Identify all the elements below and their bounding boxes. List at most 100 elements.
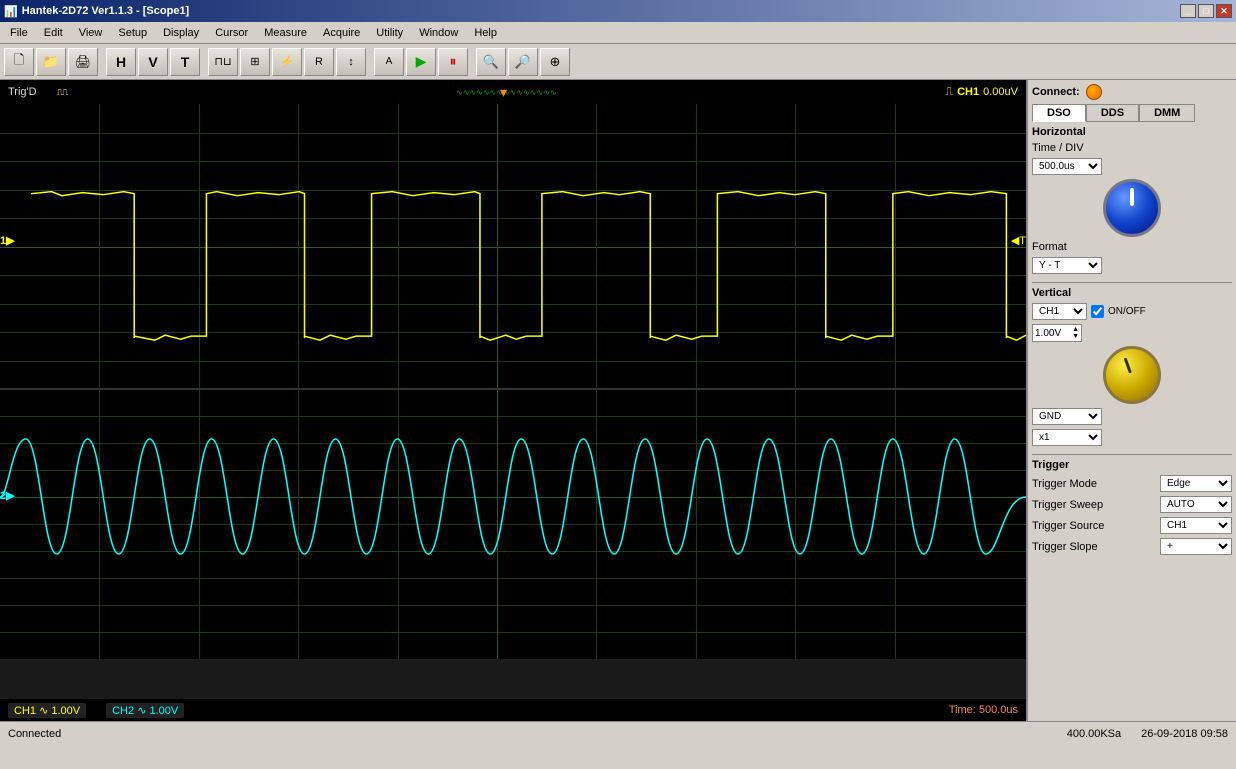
menu-file[interactable]: File — [2, 25, 36, 41]
format-select[interactable]: Y - T X - Y Roll — [1032, 257, 1102, 274]
volt-value: 1.00V — [1035, 328, 1061, 339]
channel-select[interactable]: CH1 CH2 — [1032, 303, 1087, 320]
volt-arrows: ▲ ▼ — [1072, 326, 1079, 340]
time-div-select[interactable]: 500.0us 100us 200us 1ms 2ms 5ms — [1032, 158, 1102, 175]
ch-bottom-bar: CH1 ∿ 1.00V CH2 ∿ 1.00V Time: 500.0us — [0, 699, 1026, 721]
toolbar-print[interactable]: 🖨 — [68, 48, 98, 76]
trigger-slope-label: Trigger Slope — [1032, 541, 1098, 553]
probe-select[interactable]: x1 x10 x100 — [1032, 429, 1102, 446]
ch2-bottom-label: CH2 — [112, 705, 134, 717]
menu-view[interactable]: View — [71, 25, 111, 41]
ch2-waveform-area: 2▶ — [0, 389, 1026, 659]
trigger-source-label: Trigger Source — [1032, 520, 1104, 532]
sample-rate: 400.00KSa — [1067, 728, 1121, 740]
trigger-mode-label: Trigger Mode — [1032, 478, 1097, 490]
trig-indicator: Trig'D — [8, 86, 37, 98]
toolbar-measure[interactable]: ⚡ — [272, 48, 302, 76]
time-div-knob[interactable] — [1103, 179, 1161, 237]
minimize-button[interactable]: _ — [1180, 4, 1196, 18]
toolbar-export[interactable]: ⊕ — [540, 48, 570, 76]
close-button[interactable]: ✕ — [1216, 4, 1232, 18]
titlebar: 📊 Hantek-2D72 Ver1.1.3 - [Scope1] _ □ ✕ — [0, 0, 1236, 22]
menu-help[interactable]: Help — [466, 25, 505, 41]
trigger-sweep-label: Trigger Sweep — [1032, 499, 1103, 511]
trigger-mode-select[interactable]: Edge Pulse Video Slope — [1160, 475, 1232, 492]
menu-acquire[interactable]: Acquire — [315, 25, 368, 41]
tab-dmm[interactable]: DMM — [1139, 104, 1195, 122]
menu-setup[interactable]: Setup — [110, 25, 155, 41]
toolbar-auto[interactable]: A — [374, 48, 404, 76]
panel-divider1 — [1032, 282, 1232, 283]
app-icon: 📊 — [4, 5, 18, 18]
menu-window[interactable]: Window — [411, 25, 466, 41]
trigger-source-row: Trigger Source CH1 CH2 EXT — [1032, 517, 1232, 534]
ch1-bottom-arrow: ∿ — [39, 705, 48, 717]
time-div-row: Time / DIV — [1032, 142, 1232, 154]
ch1-label: CH1 — [957, 86, 979, 98]
horizontal-title: Horizontal — [1032, 126, 1232, 138]
toolbar-zoom-out[interactable]: 🔎 — [508, 48, 538, 76]
ch1-bottom-label: CH1 — [14, 705, 36, 717]
ch1-bottom-voltage: 1.00V — [51, 705, 80, 717]
coupling-select[interactable]: GND DC AC — [1032, 408, 1102, 425]
datetime-display: 26-09-2018 09:58 — [1141, 728, 1228, 740]
format-row: Format — [1032, 241, 1232, 253]
toolbar-open[interactable]: 📁 — [36, 48, 66, 76]
toolbar-zoom-in[interactable]: 🔍 — [476, 48, 506, 76]
panel-content: Horizontal Time / DIV 500.0us 100us 200u… — [1032, 126, 1232, 717]
status-left: Connected — [8, 728, 61, 740]
maximize-button[interactable]: □ — [1198, 4, 1214, 18]
titlebar-controls: _ □ ✕ — [1180, 4, 1232, 18]
toolbar-pulse[interactable]: ⊓⊔ — [208, 48, 238, 76]
time-knob-container — [1032, 179, 1232, 237]
toolbar-grid[interactable]: ⊞ — [240, 48, 270, 76]
volt-knob-container — [1032, 346, 1232, 404]
toolbar-run[interactable]: ▶ — [406, 48, 436, 76]
ch1-bottom-info: CH1 ∿ 1.00V — [8, 703, 86, 718]
waveform-divider — [0, 389, 1026, 390]
time-div-select-row: 500.0us 100us 200us 1ms 2ms 5ms — [1032, 158, 1232, 175]
vertical-section: Vertical CH1 CH2 ON/OFF 1.00V — [1032, 287, 1232, 446]
horizontal-section: Horizontal Time / DIV 500.0us 100us 200u… — [1032, 126, 1232, 274]
menu-edit[interactable]: Edit — [36, 25, 71, 41]
trigger-sweep-select[interactable]: AUTO NORMAL SINGLE — [1160, 496, 1232, 513]
toolbar-h[interactable]: H — [106, 48, 136, 76]
menu-cursor[interactable]: Cursor — [207, 25, 256, 41]
status-right: 400.00KSa 26-09-2018 09:58 — [1067, 728, 1228, 740]
status-bar: Connected 400.00KSa 26-09-2018 09:58 — [0, 721, 1236, 745]
info-bar: Trig'D ⎍⎍ ∿∿∿∿∿∿∿∿∿∿∿∿∿∿∿ ▾ ⎍ CH1 0.00uV — [0, 80, 1026, 104]
ch2-waveform — [0, 389, 1026, 659]
connect-label: Connect: — [1032, 86, 1080, 98]
toolbar-reset[interactable]: R — [304, 48, 334, 76]
volt-knob[interactable] — [1103, 346, 1161, 404]
connect-led — [1086, 84, 1102, 100]
trigger-slope-select[interactable]: + - — [1160, 538, 1232, 555]
volt-up[interactable]: ▲ — [1072, 326, 1079, 333]
scope-display[interactable]: 1▶ ◀T — [0, 104, 1026, 699]
onoff-checkbox[interactable] — [1091, 305, 1104, 318]
toolbar-stop[interactable]: ⏸ — [438, 48, 468, 76]
toolbar-cursor[interactable]: ↕ — [336, 48, 366, 76]
toolbar-v[interactable]: V — [138, 48, 168, 76]
titlebar-left: 📊 Hantek-2D72 Ver1.1.3 - [Scope1] — [4, 5, 189, 18]
ch1-info: ⎍ CH1 0.00uV — [945, 86, 1018, 99]
tab-dso[interactable]: DSO — [1032, 104, 1086, 122]
ch2-bottom-arrow: ∿ — [137, 705, 146, 717]
menu-display[interactable]: Display — [155, 25, 207, 41]
trigger-section: Trigger Trigger Mode Edge Pulse Video Sl… — [1032, 459, 1232, 555]
ch2-bottom-info: CH2 ∿ 1.00V — [106, 703, 184, 718]
toolbar: 🗋 📁 🖨 H V T ⊓⊔ ⊞ ⚡ R ↕ A ▶ ⏸ 🔍 🔎 ⊕ — [0, 44, 1236, 80]
connected-status: Connected — [8, 728, 61, 740]
menu-measure[interactable]: Measure — [256, 25, 315, 41]
tab-dds[interactable]: DDS — [1086, 104, 1139, 122]
trigger-sweep-row: Trigger Sweep AUTO NORMAL SINGLE — [1032, 496, 1232, 513]
menu-utility[interactable]: Utility — [368, 25, 411, 41]
volt-spinbox[interactable]: 1.00V ▲ ▼ — [1032, 324, 1082, 342]
coupling-row: GND DC AC — [1032, 408, 1232, 425]
trigger-source-select[interactable]: CH1 CH2 EXT — [1160, 517, 1232, 534]
ch1-voltage-display: 0.00uV — [983, 86, 1018, 98]
trigger-position-marker: ▾ — [500, 84, 507, 101]
toolbar-new[interactable]: 🗋 — [4, 48, 34, 76]
toolbar-t[interactable]: T — [170, 48, 200, 76]
volt-down[interactable]: ▼ — [1072, 333, 1079, 340]
